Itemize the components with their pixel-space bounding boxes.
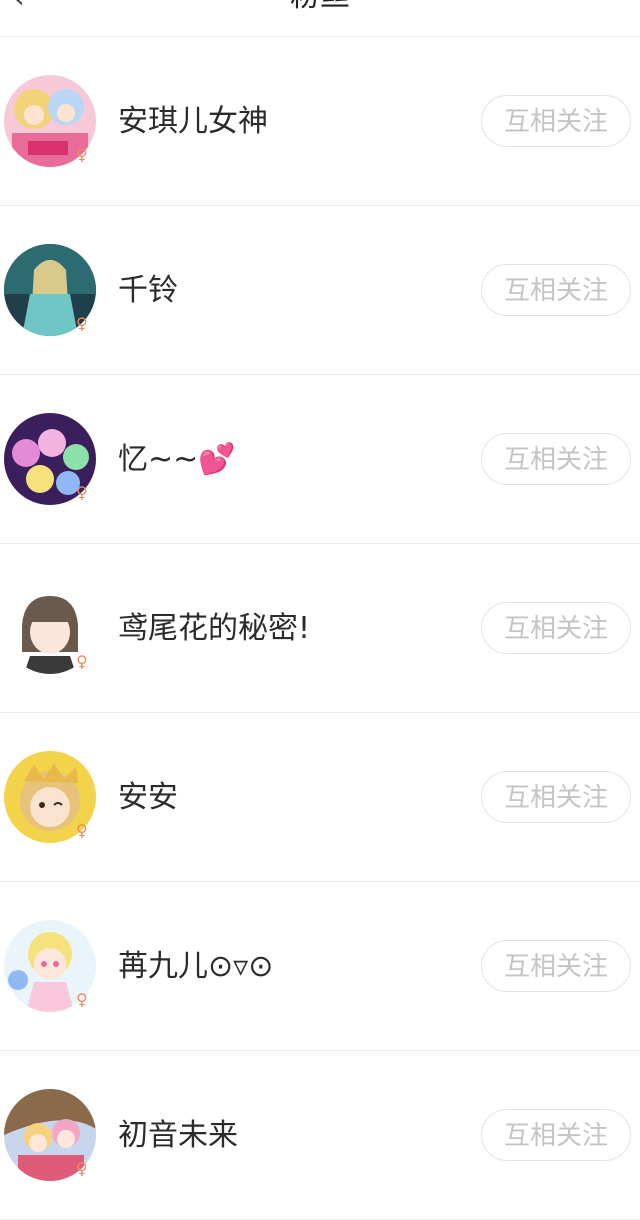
female-icon: ♀ <box>76 821 88 840</box>
mutual-follow-button[interactable]: 互相关注 <box>481 95 631 147</box>
username[interactable]: 安琪儿女神 <box>118 103 268 141</box>
mutual-follow-button[interactable]: 互相关注 <box>481 940 631 992</box>
list-item[interactable]: ♀ 初音未来 互相关注 <box>0 1051 640 1220</box>
female-icon: ♀ <box>76 652 88 671</box>
list-item[interactable]: ♀ 忆~~💕 互相关注 <box>0 375 640 544</box>
female-icon: ♀ <box>76 483 88 502</box>
top-bar: ‹ 粉丝 <box>0 0 640 37</box>
list-item[interactable]: ♀ 鸢尾花的秘密! 互相关注 <box>0 544 640 713</box>
page-title: 粉丝 <box>0 0 640 12</box>
female-icon: ♀ <box>76 990 88 1009</box>
female-icon: ♀ <box>76 145 88 164</box>
mutual-follow-button[interactable]: 互相关注 <box>481 602 631 654</box>
female-icon: ♀ <box>76 314 88 333</box>
username[interactable]: 鸢尾花的秘密! <box>118 610 310 648</box>
username[interactable]: 忆~~💕 <box>118 441 236 479</box>
username[interactable]: 千铃 <box>118 272 178 310</box>
list-item[interactable]: ♀ 安琪儿女神 互相关注 <box>0 37 640 206</box>
mutual-follow-button[interactable]: 互相关注 <box>481 771 631 823</box>
mutual-follow-button[interactable]: 互相关注 <box>481 1109 631 1161</box>
username[interactable]: 初音未来 <box>118 1117 238 1155</box>
list-item[interactable]: ♀ 苒九儿⊙▿⊙ 互相关注 <box>0 882 640 1051</box>
female-icon: ♀ <box>76 1159 88 1178</box>
list-item[interactable]: ♀ 千铃 互相关注 <box>0 206 640 375</box>
username[interactable]: 安安 <box>118 779 178 817</box>
follower-list: ♀ 安琪儿女神 互相关注 ♀ 千铃 互相关注 ♀ 忆~~💕 互相关注 ♀ 鸢尾花… <box>0 37 640 1220</box>
username[interactable]: 苒九儿⊙▿⊙ <box>118 948 273 986</box>
mutual-follow-button[interactable]: 互相关注 <box>481 264 631 316</box>
list-item[interactable]: ♀ 安安 互相关注 <box>0 713 640 882</box>
mutual-follow-button[interactable]: 互相关注 <box>481 433 631 485</box>
